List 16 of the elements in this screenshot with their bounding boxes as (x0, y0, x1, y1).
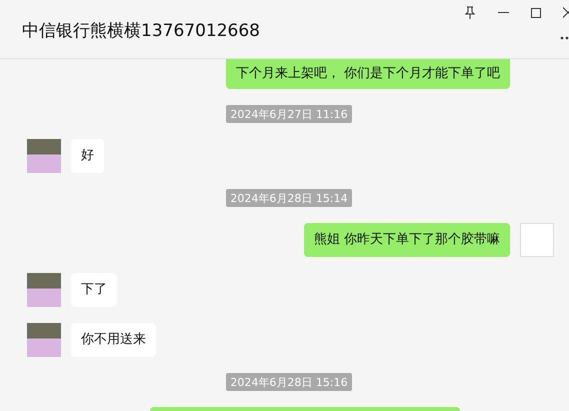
message-bubble: 你不用送来 (71, 323, 156, 357)
message-bubble: 下个月来上架吧， 你们是下个月才能下单了吧 (226, 59, 510, 89)
maximize-icon[interactable] (531, 8, 541, 18)
close-icon[interactable] (563, 7, 569, 18)
avatar-photo-placeholder[interactable] (27, 323, 61, 357)
message-bubble: 熊姐 你昨天下单下了那个胶带嘛 (304, 223, 510, 257)
avatar-photo-placeholder[interactable] (27, 139, 61, 173)
timestamp: 2024年6月27日 11:16 (226, 105, 352, 123)
timestamp: 2024年6月28日 15:16 (226, 373, 352, 391)
avatar-photo-placeholder[interactable] (27, 273, 61, 307)
timestamp: 2024年6月28日 15:14 (226, 189, 352, 207)
message-bubble: 好 (71, 139, 104, 173)
more-icon[interactable] (560, 36, 569, 40)
pin-icon[interactable] (464, 6, 476, 19)
window-title: 中信银行熊横横13767012668 (22, 20, 260, 42)
message-bubble: 下了 (71, 273, 117, 307)
